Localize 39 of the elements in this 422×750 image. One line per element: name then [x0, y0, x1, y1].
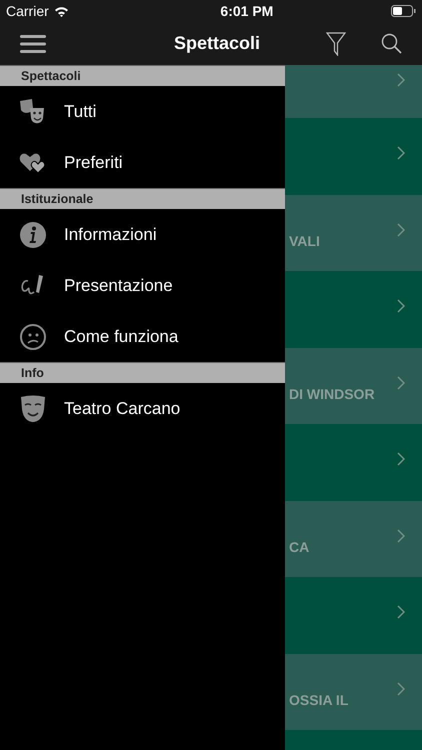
carrier-label: Carrier [6, 3, 49, 19]
section-header: Spettacoli [0, 65, 285, 86]
chevron-icon [397, 605, 405, 620]
hearts-icon [19, 150, 47, 174]
chevron-icon [397, 376, 405, 390]
chevron-icon [397, 146, 405, 160]
wifi-icon [54, 6, 69, 16]
chevron-icon [397, 682, 405, 696]
show-title: DI WINDSOR [289, 386, 375, 402]
drawer-item[interactable]: Tutti [0, 86, 285, 137]
chevron-icon [397, 299, 405, 314]
show-row[interactable] [285, 65, 422, 118]
drawer-item[interactable]: Presentazione [0, 260, 285, 311]
drawer-item[interactable]: Preferiti [0, 137, 285, 188]
show-row[interactable] [285, 271, 422, 348]
chevron-icon [397, 452, 405, 466]
drawer-item[interactable]: Come funziona [0, 311, 285, 362]
chevron-icon [397, 528, 405, 543]
chevron-icon [397, 222, 405, 237]
show-row[interactable] [285, 118, 422, 194]
show-row[interactable] [285, 424, 422, 500]
confused-face-icon [19, 322, 47, 350]
battery-icon [390, 5, 416, 17]
filter-icon[interactable] [326, 32, 346, 56]
show-title: OSSIA IL [289, 692, 348, 708]
mask-icon [20, 394, 46, 422]
info-icon [19, 220, 47, 248]
search-icon[interactable] [381, 33, 402, 54]
show-row[interactable] [285, 577, 422, 654]
show-title: VALI [289, 233, 320, 249]
show-title: CA [289, 539, 310, 555]
chevron-icon [397, 73, 405, 87]
section-header: Istituzionale [0, 188, 285, 209]
drawer-item[interactable]: Teatro Carcano [0, 383, 285, 434]
section-header: Info [0, 362, 285, 383]
drawer-item[interactable]: Informazioni [0, 209, 285, 260]
clock: 6:01 PM [220, 3, 274, 19]
screen-title: Spettacoli [172, 33, 262, 54]
menu-icon[interactable] [20, 34, 46, 52]
